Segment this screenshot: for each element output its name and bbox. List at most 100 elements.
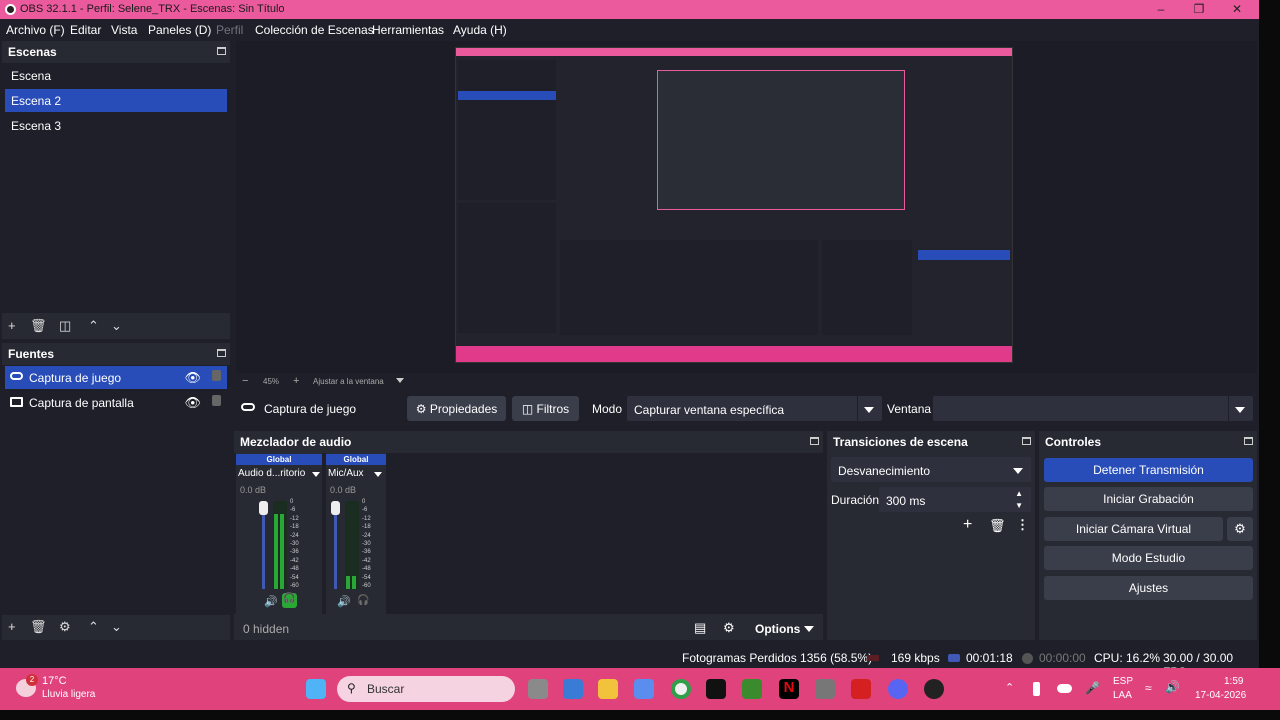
zoom-out-icon[interactable]: − <box>242 375 248 387</box>
start-recording-button[interactable]: Iniciar Grabación <box>1044 487 1253 511</box>
move-down-icon[interactable]: ⌄ <box>111 619 122 635</box>
undock-icon[interactable] <box>1022 437 1031 445</box>
netflix-icon[interactable]: N <box>779 679 799 699</box>
mode-select[interactable]: Capturar ventana específica <box>627 396 882 421</box>
scene-item[interactable]: Escena <box>5 64 227 87</box>
remove-source-icon[interactable]: 🗑 <box>30 619 47 635</box>
chevron-down-icon[interactable] <box>804 626 814 632</box>
maximize-icon[interactable]: ❐ <box>1192 2 1206 16</box>
add-transition-icon[interactable]: + <box>963 516 972 534</box>
app-icon[interactable] <box>815 679 835 699</box>
app-icon[interactable] <box>563 679 583 699</box>
duration-input[interactable]: 300 ms ▲ ▼ <box>879 487 1031 512</box>
zoom-dropdown-icon[interactable] <box>396 378 404 383</box>
more-options-icon[interactable]: ⋮ <box>1016 517 1029 533</box>
clock-date[interactable]: 17-04-2026 <box>1195 690 1246 701</box>
obs-taskbar-icon[interactable] <box>924 679 944 699</box>
lock-icon[interactable] <box>212 370 221 381</box>
channel-menu-icon[interactable] <box>312 472 320 477</box>
window-select[interactable] <box>933 396 1253 421</box>
usb-icon[interactable] <box>1033 682 1040 696</box>
lock-icon[interactable] <box>212 395 221 406</box>
menu-herramientas[interactable]: Herramientas <box>372 23 444 37</box>
source-item[interactable]: Captura de pantalla 👁 <box>5 391 227 414</box>
app-icon[interactable] <box>851 679 871 699</box>
menu-vista[interactable]: Vista <box>111 23 137 37</box>
undock-icon[interactable] <box>810 437 819 445</box>
source-item-selected[interactable]: Captura de juego 👁 <box>5 366 227 389</box>
studio-mode-button[interactable]: Modo Estudio <box>1044 546 1253 570</box>
fit-window[interactable]: Ajustar a la ventana <box>313 377 384 386</box>
file-explorer-icon[interactable] <box>598 679 618 699</box>
scene-filters-icon[interactable]: ◫ <box>59 318 71 334</box>
properties-button[interactable]: ⚙ Propiedades <box>407 396 506 421</box>
microphone-icon[interactable]: 🎤 <box>1085 681 1100 695</box>
spin-down-icon[interactable]: ▼ <box>1015 501 1023 510</box>
options-button[interactable]: Options <box>755 622 800 636</box>
menu-editar[interactable]: Editar <box>70 23 101 37</box>
undock-icon[interactable] <box>217 47 226 55</box>
meter-tick-label: -30 <box>362 541 371 547</box>
streaming-icon <box>948 654 960 662</box>
menu-ayuda[interactable]: Ayuda (H) <box>453 23 507 37</box>
volume-slider-handle[interactable] <box>259 501 268 515</box>
move-up-icon[interactable]: ⌃ <box>88 318 99 334</box>
start-virtual-camera-button[interactable]: Iniciar Cámara Virtual <box>1044 517 1223 541</box>
add-scene-icon[interactable]: + <box>8 318 16 333</box>
zoom-in-icon[interactable]: + <box>293 375 299 387</box>
stop-streaming-button[interactable]: Detener Transmisión <box>1044 458 1253 482</box>
level-meter <box>273 501 287 589</box>
zoom-value: 45% <box>263 377 280 386</box>
chevron-up-icon[interactable]: ⌃ <box>1005 681 1014 694</box>
move-up-icon[interactable]: ⌃ <box>88 619 99 635</box>
move-down-icon[interactable]: ⌄ <box>111 318 122 334</box>
store-icon[interactable] <box>634 679 654 699</box>
remove-transition-icon[interactable]: 🗑 <box>989 518 1006 534</box>
filters-button[interactable]: ◫ Filtros <box>512 396 579 421</box>
layout-icon[interactable]: ▤ <box>694 620 706 636</box>
spin-up-icon[interactable]: ▲ <box>1015 489 1023 498</box>
undock-icon[interactable] <box>1244 437 1253 445</box>
tiktok-icon[interactable] <box>706 679 726 699</box>
remove-scene-icon[interactable]: 🗑 <box>30 318 47 334</box>
start-icon[interactable] <box>306 679 326 699</box>
headphones-off-icon[interactable]: 🎧 <box>357 595 369 606</box>
minecraft-icon[interactable] <box>742 679 762 699</box>
fps: 30.00 / 30.00 FPS <box>1163 651 1234 668</box>
headphones-icon[interactable]: 🎧 <box>282 593 297 608</box>
channel-menu-icon[interactable] <box>374 472 382 477</box>
lang-line2[interactable]: LAA <box>1113 690 1132 701</box>
menu-coleccion-escenas[interactable]: Colección de Escenas <box>255 23 374 37</box>
close-icon[interactable]: ✕ <box>1230 2 1244 16</box>
volume-icon[interactable]: 🔊 <box>1165 680 1180 694</box>
channel-db: 0.0 dB <box>240 485 267 495</box>
settings-button[interactable]: Ajustes <box>1044 576 1253 600</box>
menu-paneles[interactable]: Paneles (D) <box>148 23 211 37</box>
minimize-icon[interactable]: – <box>1154 2 1168 16</box>
wifi-icon[interactable]: ≈ <box>1145 681 1152 695</box>
undock-icon[interactable] <box>217 349 226 357</box>
combo-separator <box>857 396 858 421</box>
eye-icon[interactable]: 👁 <box>184 395 201 411</box>
menu-archivo[interactable]: Archivo (F) <box>6 23 65 37</box>
source-settings-icon[interactable]: ⚙ <box>59 619 71 635</box>
chrome-icon[interactable] <box>671 679 691 699</box>
speaker-icon[interactable]: 🔊 <box>337 595 351 608</box>
transition-select[interactable]: Desvanecimiento <box>831 457 1031 482</box>
mixer-settings-icon[interactable]: ⚙ <box>723 620 735 636</box>
scene-item[interactable]: Escena 3 <box>5 114 227 137</box>
cloud-icon[interactable] <box>1057 684 1072 693</box>
preview-canvas[interactable] <box>236 41 1257 373</box>
task-view-icon[interactable] <box>528 679 548 699</box>
volume-slider-handle[interactable] <box>331 501 340 515</box>
add-source-icon[interactable]: + <box>8 619 16 634</box>
discord-icon[interactable] <box>888 679 908 699</box>
taskbar-search[interactable]: ⚲ Buscar <box>337 676 515 702</box>
virtual-camera-settings-icon[interactable]: ⚙ <box>1227 517 1253 541</box>
lang-line1[interactable]: ESP <box>1113 676 1133 687</box>
eye-icon[interactable]: 👁 <box>184 370 201 386</box>
clock-time[interactable]: 1:59 <box>1224 676 1243 687</box>
menu-perfil[interactable]: Perfil <box>216 23 243 37</box>
speaker-icon[interactable]: 🔊 <box>264 595 278 608</box>
scene-item-selected[interactable]: Escena 2 <box>5 89 227 112</box>
